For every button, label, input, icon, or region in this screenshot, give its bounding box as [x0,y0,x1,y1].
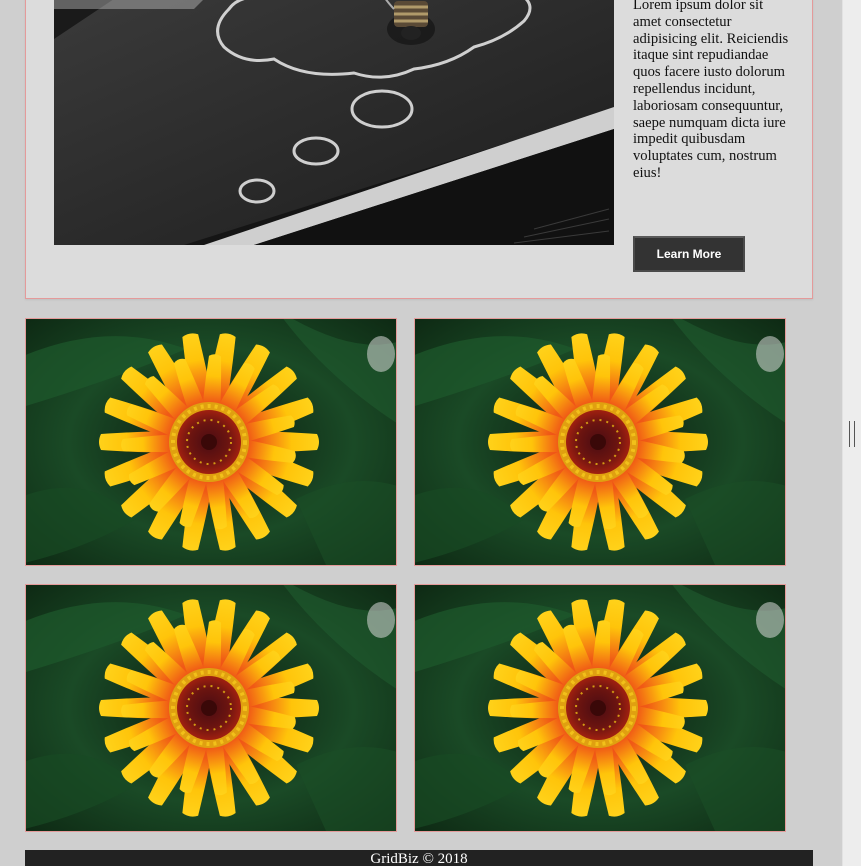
zinnia-flower-image [26,585,396,831]
zinnia-flower-image [415,319,785,565]
learn-more-button[interactable]: Learn More [633,236,745,272]
chalkboard-lightbulb-image [54,0,614,245]
vertical-scrollbar[interactable] [842,0,861,866]
gallery-item-4 [414,584,786,832]
gallery-item-2 [414,318,786,566]
scrollbar-grip-icon[interactable] [849,421,855,447]
footer-copyright: GridBiz © 2018 [370,851,468,866]
footer: GridBiz © 2018 [25,850,813,866]
gallery-item-3 [25,584,397,832]
zinnia-flower-image [26,319,396,565]
hero-section: Lorem ipsum dolor sit amet consectetur a… [25,0,813,299]
hero-description: Lorem ipsum dolor sit amet consectetur a… [633,0,789,181]
gallery-item-1 [25,318,397,566]
zinnia-flower-image [415,585,785,831]
